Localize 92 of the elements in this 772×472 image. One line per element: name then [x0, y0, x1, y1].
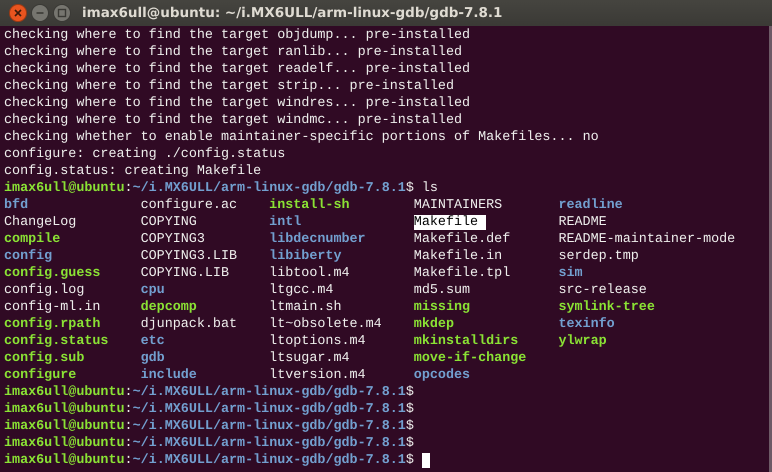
- prompt-separator: :: [124, 435, 133, 452]
- executable-name: move-if-change: [414, 351, 526, 366]
- prompt-path: ~/i.MX6ULL/arm-linux-gdb/gdb-7.8.1: [132, 452, 406, 469]
- prompt-user: imax6ull@ubuntu: [4, 384, 125, 401]
- file-name: COPYING: [140, 215, 197, 230]
- output-line: configure: creating ./config.status: [4, 146, 286, 163]
- executable-name: install-sh: [269, 198, 350, 213]
- prompt-path: ~/i.MX6ULL/arm-linux-gdb/gdb-7.8.1: [132, 401, 406, 418]
- prompt-symbol: $: [406, 384, 414, 401]
- file-name: Makefile.def: [414, 232, 510, 247]
- prompt-user: imax6ull@ubuntu: [4, 435, 125, 452]
- folder-name: intl: [269, 215, 302, 230]
- close-icon[interactable]: [9, 4, 27, 22]
- prompt-path: ~/i.MX6ULL/arm-linux-gdb/gdb-7.8.1: [132, 180, 406, 197]
- file-name: Makefile: [414, 215, 486, 230]
- executable-name: config.status: [4, 334, 108, 349]
- file-name: lt~obsolete.m4: [269, 317, 382, 332]
- executable-name: ylwrap: [558, 334, 607, 349]
- file-name: README: [558, 215, 607, 230]
- prompt-separator: :: [124, 418, 133, 435]
- prompt-symbol: $: [406, 435, 414, 452]
- file-name: config.log: [4, 283, 84, 298]
- folder-name: libdecnumber: [269, 232, 366, 247]
- prompt-path: ~/i.MX6ULL/arm-linux-gdb/gdb-7.8.1: [132, 418, 406, 435]
- folder-name: libiberty: [269, 249, 342, 264]
- folder-name: config: [4, 249, 52, 264]
- file-name: ltgcc.m4: [269, 283, 334, 298]
- prompt-separator: :: [124, 452, 133, 469]
- file-name: ltoptions.m4: [269, 334, 366, 349]
- prompt-separator: :: [124, 384, 133, 401]
- file-name: libtool.m4: [269, 266, 350, 281]
- prompt-separator: :: [124, 401, 133, 418]
- command-text: ls: [422, 180, 438, 197]
- output-line: checking where to find the target windmc... pre-installed: [4, 112, 462, 129]
- output-line: checking where to find the target ranlib... pre-installed: [4, 44, 462, 61]
- file-name: config-ml.in: [4, 300, 100, 315]
- file-name: ChangeLog: [4, 215, 76, 230]
- folder-name: opcodes: [414, 368, 470, 383]
- executable-name: config.guess: [4, 266, 100, 281]
- executable-name: depcomp: [140, 300, 197, 315]
- file-name: ltmain.sh: [269, 300, 342, 315]
- executable-name: mkinstalldirs: [414, 334, 518, 349]
- folder-name: sim: [558, 266, 583, 281]
- maximize-icon[interactable]: [53, 4, 71, 22]
- folder-name: texinfo: [558, 317, 615, 332]
- file-name: ltversion.m4: [269, 368, 366, 383]
- file-name: MAINTAINERS: [414, 198, 502, 213]
- folder-name: include: [140, 368, 197, 383]
- prompt-path: ~/i.MX6ULL/arm-linux-gdb/gdb-7.8.1: [132, 384, 406, 401]
- prompt-user: imax6ull@ubuntu: [4, 452, 125, 469]
- executable-name: config.rpath: [4, 317, 100, 332]
- file-name: configure.ac: [140, 198, 238, 213]
- prompt-symbol: $: [406, 452, 414, 469]
- file-name: Makefile.tpl: [414, 266, 510, 281]
- output-line: checking where to find the target objdump... pre-installed: [4, 27, 470, 44]
- prompt-symbol: $: [406, 180, 414, 197]
- minimize-icon[interactable]: [31, 4, 49, 22]
- executable-name: configure: [4, 368, 76, 383]
- prompt-user: imax6ull@ubuntu: [4, 180, 125, 197]
- executable-name: symlink-tree: [558, 300, 655, 315]
- file-name: COPYING.LIB: [140, 266, 229, 281]
- executable-name: config.sub: [4, 351, 84, 366]
- executable-name: missing: [414, 300, 470, 315]
- folder-name: gdb: [140, 351, 165, 366]
- folder-name: bfd: [4, 198, 28, 213]
- folder-name: readline: [558, 198, 623, 213]
- file-name: README-maintainer-mode: [558, 232, 736, 247]
- prompt-path: ~/i.MX6ULL/arm-linux-gdb/gdb-7.8.1: [132, 435, 406, 452]
- executable-name: mkdep: [414, 317, 454, 332]
- file-name: COPYING3.LIB: [140, 249, 238, 264]
- output-line: config.status: creating Makefile: [4, 163, 262, 180]
- file-name: src-release: [558, 283, 647, 298]
- prompt-symbol: $: [406, 418, 414, 435]
- folder-name: etc: [140, 334, 165, 349]
- scrollbar[interactable]: [769, 26, 772, 472]
- file-name: COPYING3: [140, 232, 205, 247]
- executable-name: compile: [4, 232, 60, 247]
- file-name: djunpack.bat: [140, 317, 238, 332]
- output-line: checking where to find the target readelf... pre-installed: [4, 61, 470, 78]
- output-line: checking where to find the target strip... pre-installed: [4, 78, 454, 95]
- file-name: Makefile.in: [414, 249, 502, 264]
- file-name: md5.sum: [414, 283, 470, 298]
- prompt-user: imax6ull@ubuntu: [4, 401, 125, 418]
- prompt-symbol: $: [406, 401, 414, 418]
- file-name: ltsugar.m4: [269, 351, 350, 366]
- window-title: imax6ull@ubuntu: ~/i.MX6ULL/arm-linux-gdb/gdb-7.8.1: [81, 5, 502, 21]
- prompt-separator: :: [124, 180, 133, 197]
- folder-name: cpu: [140, 283, 165, 298]
- file-name: serdep.tmp: [558, 249, 639, 264]
- prompt-user: imax6ull@ubuntu: [4, 418, 125, 435]
- output-line: checking where to find the target windres... pre-installed: [4, 95, 470, 112]
- output-line: checking whether to enable maintainer-specific portions of Makefiles... no: [4, 129, 599, 146]
